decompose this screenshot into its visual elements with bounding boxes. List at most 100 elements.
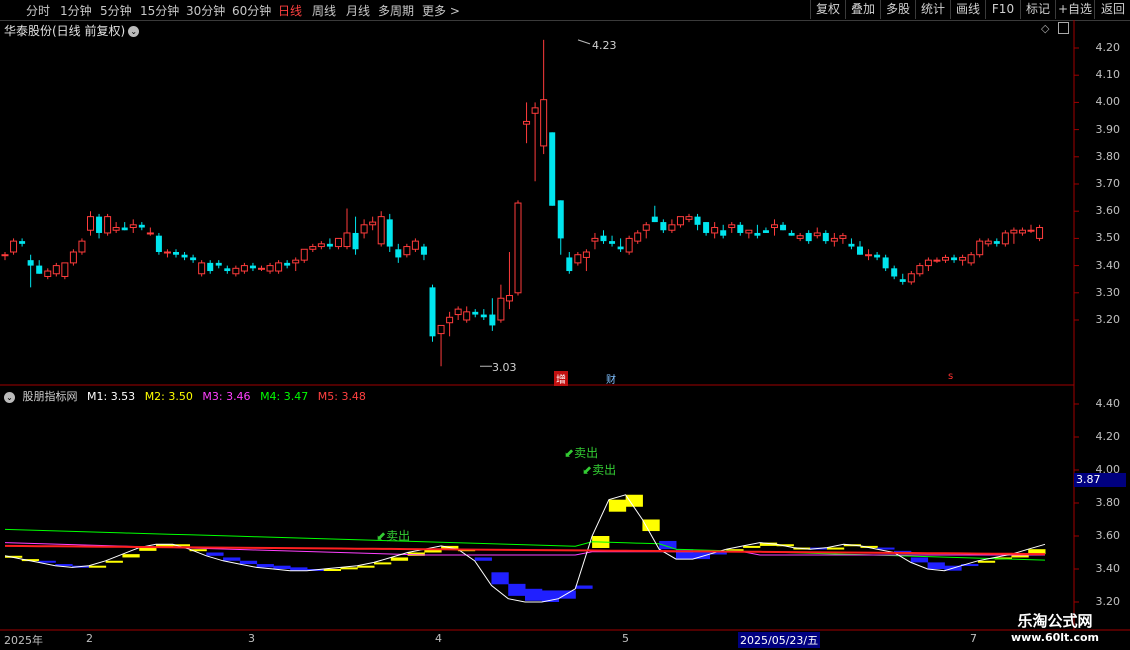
candle-body — [1036, 227, 1044, 239]
candle-body — [326, 243, 333, 247]
candle-body — [292, 259, 300, 264]
event-tag-increase[interactable]: 增 — [554, 371, 568, 386]
candle-body — [591, 237, 599, 242]
candle-body — [951, 257, 958, 261]
candle-body — [651, 216, 658, 223]
indicator-bar — [927, 562, 945, 569]
candle-body — [566, 257, 573, 272]
event-tag-s[interactable]: s — [948, 371, 953, 382]
event-tag-finance[interactable]: 财 — [606, 371, 616, 386]
indicator-bar — [256, 564, 274, 568]
m4-value: M4: 3.47 — [260, 390, 309, 403]
candle-body — [874, 254, 881, 258]
price-tick-label: 3.40 — [1095, 258, 1121, 272]
candle-body — [386, 219, 393, 247]
candle-body — [942, 256, 949, 261]
indicator-bar — [374, 562, 392, 565]
candle-body — [429, 287, 436, 337]
chevron-down-icon[interactable]: ⌄ — [4, 391, 15, 403]
m5-value: M5: 3.48 — [317, 390, 366, 403]
candle-body — [454, 308, 462, 316]
candle-body — [711, 227, 719, 234]
candle-body — [668, 224, 676, 231]
candle-body — [839, 235, 847, 239]
candle-body — [360, 224, 368, 234]
candle-body — [395, 249, 402, 258]
candle-body — [830, 237, 838, 242]
candle-body — [69, 251, 77, 264]
candle-body — [480, 314, 487, 318]
indicator-bar — [491, 572, 509, 585]
candle-body — [609, 241, 616, 244]
candle-body — [61, 262, 69, 277]
cursor-date-label: 2025/05/23/五 — [738, 632, 821, 648]
price-tick-label: 3.20 — [1095, 313, 1121, 326]
candle-body — [882, 257, 889, 269]
candle-body — [10, 240, 18, 253]
candle-body — [523, 120, 531, 125]
price-tick-label: 3.80 — [1095, 149, 1121, 163]
indicator-bar — [357, 565, 375, 568]
candle-body — [44, 270, 52, 277]
candle-body — [531, 107, 539, 114]
candle-body — [190, 257, 197, 261]
candle-body — [121, 227, 128, 231]
indicator-bar — [290, 567, 308, 571]
candle-body — [728, 224, 736, 229]
price-tick-label: 3.30 — [1095, 285, 1121, 299]
high-pointer — [577, 39, 591, 45]
candle-body — [489, 314, 496, 326]
indicator-bar — [474, 557, 492, 561]
indicator-bar — [508, 583, 526, 596]
indicator-bar — [826, 547, 845, 550]
indicator-bar — [273, 565, 291, 569]
candle-body — [780, 224, 787, 231]
indicator-bar — [223, 557, 241, 561]
candle-body — [813, 232, 821, 237]
candle-body — [993, 241, 1000, 244]
candle-body — [198, 262, 206, 275]
candle-body — [857, 246, 863, 255]
date-label: 7 — [970, 632, 977, 645]
candle-body — [240, 265, 248, 272]
candle-body — [420, 246, 427, 255]
candle-body — [694, 216, 701, 225]
candle-body — [720, 230, 727, 236]
indicator-bar — [340, 567, 358, 570]
price-tick-label: 3.50 — [1095, 231, 1121, 245]
candle-body — [224, 268, 231, 272]
price-tick-label: 4.00 — [1095, 95, 1121, 109]
expand-icon[interactable] — [1058, 22, 1069, 34]
candle-body — [403, 246, 411, 256]
candle-body — [249, 265, 256, 269]
watermark: 乐淘公式网 www.60lt.com — [1000, 610, 1110, 644]
candle-body — [309, 246, 317, 250]
candle-body — [549, 132, 556, 206]
indicator-bar — [323, 569, 341, 571]
indicator-series — [4, 494, 1046, 603]
candle-body — [788, 232, 795, 236]
candle-body — [317, 243, 325, 248]
candle-body — [805, 232, 812, 242]
indicator-bar — [743, 545, 761, 548]
price-tick-label: 3.60 — [1095, 204, 1121, 218]
candle-body — [617, 246, 624, 250]
indicator-bar — [575, 585, 593, 589]
candle-body — [582, 251, 590, 258]
m5-line — [4, 544, 1046, 556]
candle-body — [642, 224, 650, 231]
sell-signal: ⬋卖出 — [564, 446, 599, 460]
settings-diamond-icon[interactable]: ◇ — [1041, 22, 1049, 35]
candle-body — [916, 265, 924, 275]
chart-frame — [0, 20, 1130, 631]
indicator-bar — [206, 552, 224, 556]
candle-body — [52, 265, 60, 275]
candle-body — [163, 251, 171, 254]
m1-value: M1: 3.53 — [87, 390, 136, 403]
candle-body — [207, 262, 214, 272]
candle-body — [266, 265, 274, 272]
indicator-legend: ⌄ 股朋指标网 M1: 3.53 M2: 3.50 M3: 3.46 M4: 3… — [4, 388, 372, 404]
candle-body — [745, 229, 753, 234]
candle-body — [369, 221, 377, 226]
candle-body — [463, 311, 471, 321]
